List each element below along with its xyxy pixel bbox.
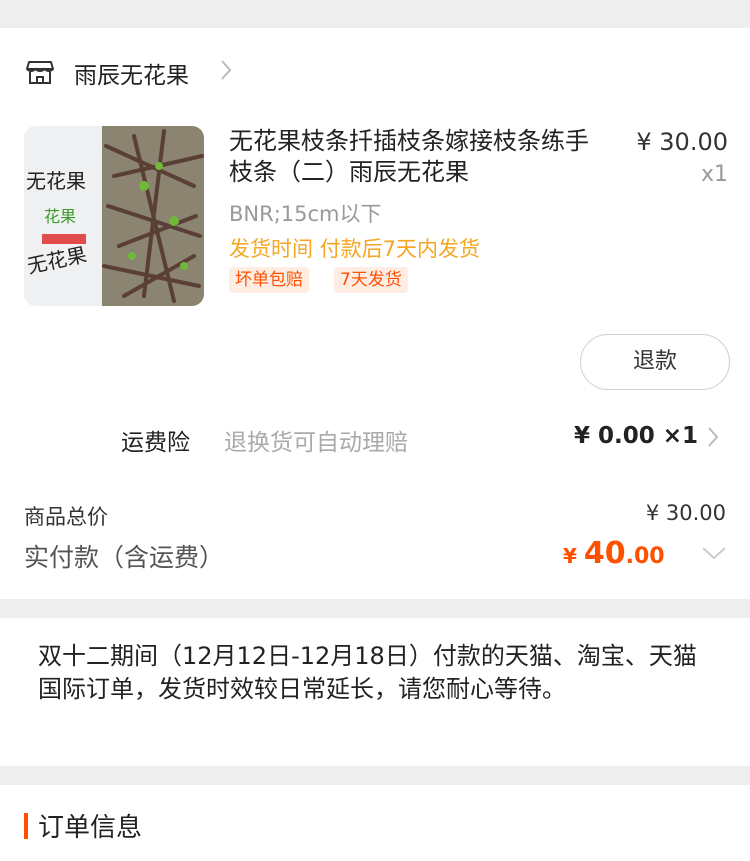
product-price: ¥ 30.00 [636,128,728,156]
goods-total-label: 商品总价 [24,505,108,529]
order-card: 雨辰无花果 无花果 花果 无花果 无花果枝条扦插枝条嫁接枝条练手枝条（二）雨辰无… [0,28,750,599]
insurance-label: 运费险 [121,430,190,456]
chevron-right-icon[interactable] [706,425,720,449]
paid-currency: ¥ [563,544,584,568]
product-quantity: x1 [700,162,728,187]
tag-damage-guarantee: 坏单包赔 [229,267,309,293]
product-image[interactable]: 无花果 花果 无花果 [24,126,204,306]
notice-card: 双十二期间（12月12日-12月18日）付款的天猫、淘宝、天猫国际订单，发货时效… [0,618,750,766]
image-caption-1: 无花果 [26,169,86,193]
tag-7day-shipping: 7天发货 [334,267,408,293]
paid-decimal: .00 [625,544,665,569]
section-accent-bar [24,813,28,839]
insurance-price: ¥ 0.00 ×1 [573,423,698,449]
paid-label: 实付款（含运费） [24,543,225,572]
chevron-down-icon[interactable] [700,544,728,562]
shop-icon [26,61,54,84]
notice-text: 双十二期间（12月12日-12月18日）付款的天猫、淘宝、天猫国际订单，发货时效… [38,642,697,703]
product-spec: BNR;15cm以下 [229,202,382,226]
chevron-right-icon[interactable] [218,58,234,82]
order-info-section: 订单信息 [0,785,750,861]
refund-button[interactable]: 退款 [580,334,730,390]
product-photo: 无花果 花果 无花果 [24,126,204,306]
shipping-time: 发货时间 付款后7天内发货 [229,237,481,261]
paid-amount: ¥ 40.00 [563,536,665,571]
shop-name[interactable]: 雨辰无花果 [74,56,189,90]
goods-total-value: ¥ 30.00 [645,501,726,525]
image-caption-2: 花果 [44,207,76,226]
insurance-desc: 退换货可自动理赔 [224,430,408,456]
order-info-title: 订单信息 [38,813,143,843]
product-title[interactable]: 无花果枝条扦插枝条嫁接枝条练手枝条（二）雨辰无花果 [229,126,604,188]
paid-integer: 40 [583,536,626,571]
